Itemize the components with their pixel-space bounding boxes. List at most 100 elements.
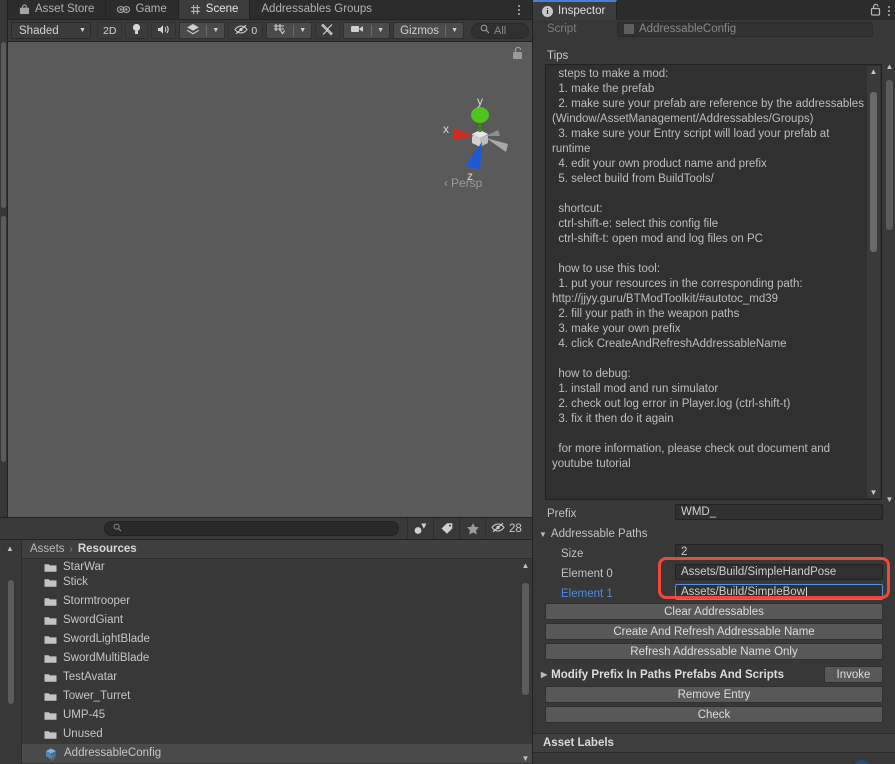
tips-scrollbar[interactable]: ▲ ▼	[867, 66, 880, 498]
tips-textarea[interactable]: steps to make a mod: 1. make the prefab …	[545, 64, 882, 500]
list-item-label: Stick	[63, 575, 88, 588]
tree-scroll-up-icon[interactable]: ▲	[6, 544, 14, 553]
tab-asset-store[interactable]: Asset Store	[8, 0, 107, 19]
scene-camera-dropdown[interactable]: ▼	[343, 22, 391, 39]
grid-visibility-icon	[267, 23, 293, 38]
list-item-label: TestAvatar	[63, 670, 118, 683]
chevron-down-icon: ▼	[299, 27, 307, 34]
scene-orientation-gizmo[interactable]: y x z	[436, 90, 516, 183]
scene-fx-dropdown[interactable]: ▼	[179, 22, 226, 39]
label-filter-icon[interactable]	[433, 518, 459, 539]
left-strip-scrollbar-thumb-bottom[interactable]	[1, 216, 6, 462]
kebab-menu-icon[interactable]	[888, 6, 890, 16]
asset-type-filter-icon[interactable]	[407, 518, 433, 539]
list-item[interactable]: Stormtrooper	[22, 592, 532, 611]
list-item-label: Unused	[63, 727, 103, 740]
scroll-up-icon[interactable]: ▲	[521, 561, 530, 570]
scene-projection-label[interactable]: ‹ Persp	[444, 176, 482, 190]
tab-game[interactable]: Game	[106, 0, 179, 19]
scene-audio-toggle[interactable]	[151, 22, 177, 39]
tips-scroll-thumb[interactable]	[870, 92, 877, 252]
project-hidden-count[interactable]: 28	[485, 518, 528, 539]
refresh-addressable-name-only-button[interactable]: Refresh Addressable Name Only	[545, 643, 883, 660]
unity-editor-window: Asset Store Game Scene Addressables Grou…	[0, 0, 895, 764]
addressable-paths-foldout[interactable]: ▼ Addressable Paths	[533, 524, 895, 544]
left-collapsed-panel-strip	[0, 0, 8, 517]
button-label: Create And Refresh Addressable Name	[613, 625, 815, 638]
toggle-2d-button[interactable]: 2D	[96, 22, 123, 39]
check-button[interactable]: Check	[545, 706, 883, 723]
scene-toolbar: Shaded ▼ 2D ▼ 0 ▼ ▼ Gizmos ▼ All	[8, 20, 532, 42]
tag-icon[interactable]	[853, 760, 871, 764]
list-item[interactable]: TestAvatar	[22, 668, 532, 687]
inspector-scroll-up-icon[interactable]: ▲	[884, 62, 895, 71]
scene-lighting-toggle[interactable]	[125, 22, 149, 39]
list-item[interactable]: Tower_Turret	[22, 687, 532, 706]
scene-search-input[interactable]: All	[471, 22, 529, 39]
file-list: StarWar Stick Stormtrooper SwordGiant SwordL…	[22, 559, 532, 764]
scene-visibility-toggle[interactable]: 0	[228, 22, 264, 39]
two-d-label: 2D	[102, 24, 117, 37]
inspector-scroll-down-icon[interactable]: ▼	[884, 495, 895, 504]
file-list-scroll-thumb[interactable]	[522, 583, 529, 695]
invoke-button[interactable]: Invoke	[824, 666, 883, 683]
file-list-scrollbar[interactable]: ▲ ▼	[521, 561, 530, 763]
project-search-input[interactable]	[104, 521, 399, 536]
tab-scene[interactable]: Scene	[178, 0, 251, 19]
folder-icon	[44, 653, 57, 664]
breadcrumb-root[interactable]: Assets	[30, 543, 65, 555]
project-filter-icons: 28	[407, 518, 539, 539]
asset-labels-header[interactable]: Asset Labels	[533, 733, 895, 753]
tab-label: Game	[135, 3, 167, 15]
list-item[interactable]: StarWar	[22, 559, 532, 573]
scriptable-object-icon: {}	[44, 747, 58, 762]
favorite-filter-icon[interactable]	[459, 518, 485, 539]
element-0-input[interactable]: Assets/Build/SimpleHandPose	[675, 564, 883, 580]
scene-viewport[interactable]: y x z ‹ Persp	[8, 42, 532, 517]
inspector-tabbar: i Inspector	[533, 0, 895, 20]
breadcrumb-current[interactable]: Resources	[78, 543, 137, 555]
list-item[interactable]: SwordMultiBlade	[22, 649, 532, 668]
create-and-refresh-addressable-name-button[interactable]: Create And Refresh Addressable Name	[545, 623, 883, 640]
hidden-objects-icon	[491, 522, 506, 536]
element-1-input[interactable]: Assets/Build/SimpleBow	[675, 584, 883, 600]
draw-mode-dropdown[interactable]: Shaded ▼	[11, 22, 91, 39]
list-item[interactable]: Stick	[22, 573, 532, 592]
size-input[interactable]: 2	[675, 544, 883, 560]
tips-scroll-up-icon[interactable]: ▲	[867, 67, 880, 76]
element-0-value: Assets/Build/SimpleHandPose	[681, 566, 837, 578]
list-item[interactable]: SwordLightBlade	[22, 630, 532, 649]
folder-icon	[44, 615, 57, 626]
search-icon	[480, 24, 490, 37]
remove-entry-button[interactable]: Remove Entry	[545, 686, 883, 703]
prefix-input[interactable]: WMD_	[675, 504, 883, 520]
scene-view-lock-icon[interactable]	[511, 46, 524, 60]
clear-addressables-button[interactable]: Clear Addressables	[545, 603, 883, 620]
scene-tab-menu-icon[interactable]	[512, 2, 526, 18]
gamepad-icon	[117, 5, 131, 14]
tree-scrollbar-thumb[interactable]	[8, 580, 14, 704]
tab-label: Addressables Groups	[261, 3, 372, 15]
list-item[interactable]: SwordGiant	[22, 611, 532, 630]
tips-scroll-down-icon[interactable]: ▼	[867, 488, 880, 497]
left-strip-scrollbar-thumb-top[interactable]	[1, 42, 6, 208]
inspector-scrollbar[interactable]: ▲ ▼	[884, 40, 895, 506]
script-row: Script AddressableConfig	[533, 20, 895, 38]
list-item[interactable]: {} AddressableConfig	[22, 744, 532, 763]
tab-addressables-groups[interactable]: Addressables Groups	[250, 0, 383, 19]
list-item[interactable]: UMP-45	[22, 706, 532, 725]
chevron-down-icon: ▼	[539, 529, 547, 539]
tab-inspector[interactable]: i Inspector	[533, 0, 618, 20]
script-object-field[interactable]: AddressableConfig	[617, 21, 873, 37]
scroll-down-icon[interactable]: ▼	[521, 754, 530, 763]
inspector-window: i Inspector Script AddressableConfig Tip…	[532, 0, 895, 764]
info-icon: i	[542, 5, 553, 17]
scene-grid-dropdown[interactable]: ▼	[266, 22, 313, 39]
gizmos-dropdown[interactable]: Gizmos ▼	[393, 22, 464, 39]
hidden-count-label: 28	[509, 522, 522, 535]
scene-tools-button[interactable]	[315, 22, 341, 39]
lock-icon[interactable]	[870, 3, 881, 19]
list-item[interactable]: Unused	[22, 725, 532, 744]
svg-text:y: y	[477, 94, 483, 108]
inspector-scroll-thumb[interactable]	[886, 80, 893, 230]
